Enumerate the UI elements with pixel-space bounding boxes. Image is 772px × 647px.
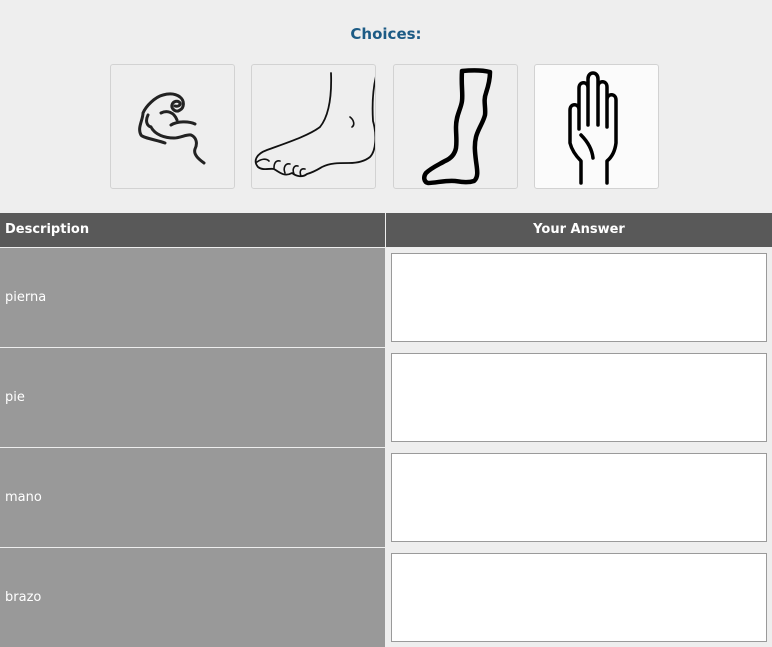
choice-card-arm[interactable] xyxy=(110,64,235,189)
table-row: mano xyxy=(0,447,772,547)
choice-card-leg[interactable] xyxy=(393,64,518,189)
table-row: brazo xyxy=(0,547,772,647)
description-cell: pie xyxy=(0,348,385,447)
answer-cell xyxy=(386,248,772,347)
answer-cell xyxy=(386,348,772,447)
table-row: pie xyxy=(0,347,772,447)
table-header: Description Your Answer xyxy=(0,213,772,247)
answer-header: Your Answer xyxy=(386,213,772,247)
choice-card-foot[interactable] xyxy=(251,64,376,189)
foot-icon xyxy=(254,72,375,178)
description-cell: brazo xyxy=(0,548,385,647)
choices-panel: Choices: xyxy=(0,0,772,213)
answer-drop-zone[interactable] xyxy=(391,353,767,442)
hand-icon xyxy=(568,71,618,185)
leg-icon xyxy=(422,68,493,186)
answer-cell xyxy=(386,448,772,547)
choices-title: Choices: xyxy=(350,25,422,43)
choice-card-hand[interactable] xyxy=(534,64,659,189)
answer-drop-zone[interactable] xyxy=(391,553,767,642)
description-header: Description xyxy=(0,213,385,247)
table-row: pierna xyxy=(0,247,772,347)
description-cell: pierna xyxy=(0,248,385,347)
answer-drop-zone[interactable] xyxy=(391,253,767,342)
answer-drop-zone[interactable] xyxy=(391,453,767,542)
answer-cell xyxy=(386,548,772,647)
answer-table: Description Your Answer pierna pie mano … xyxy=(0,213,772,647)
flexed-arm-icon xyxy=(138,92,206,165)
description-cell: mano xyxy=(0,448,385,547)
